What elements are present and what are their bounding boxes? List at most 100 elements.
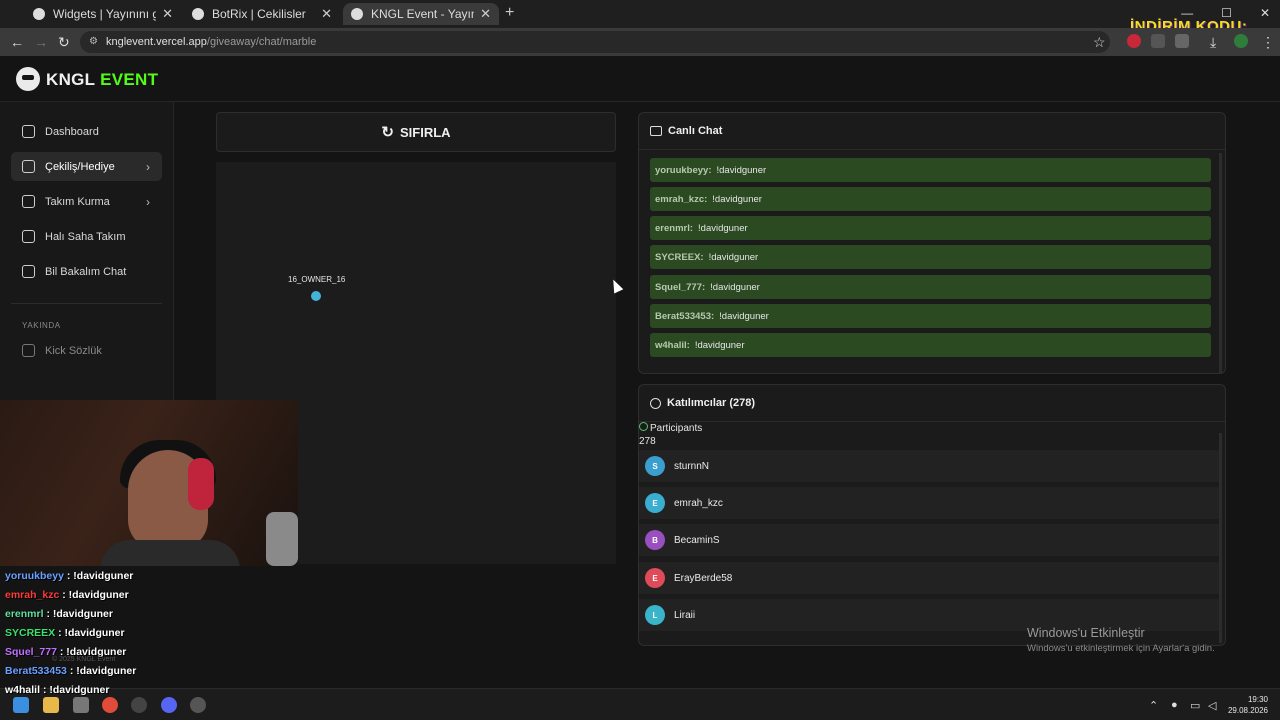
clock-time: 19:30 [1247,695,1268,704]
participant-name: sturnnN [674,460,710,472]
profile-icon[interactable] [1234,34,1248,48]
users-icon [650,397,661,409]
tab-title: KNGL Event - Yayıncılar İçin Etk [371,7,474,21]
stream-chat-line: w4halil : !davidguner [5,684,109,696]
url-bar[interactable]: ⚙ knglevent.vercel.app/giveaway/chat/mar… [80,31,1110,53]
participant-row[interactable]: B BecaminS [639,524,1221,556]
stream-chat-line: erenmrl : !davidguner [5,608,113,620]
sidebar-item-kick-sozluk[interactable]: Kick Sözlük [11,336,162,365]
windows-start-icon[interactable] [13,697,29,713]
sidebar-item-giveaway[interactable]: Çekiliş/Hediye › [11,152,162,181]
file-explorer-icon[interactable] [43,697,59,713]
stream-chat-text: : !davidguner [69,665,137,677]
sidebar-item-label: Halı Saha Takım [45,230,126,243]
network-icon[interactable]: ▭ [1190,699,1200,712]
forward-icon[interactable]: → [34,34,48,50]
participant-name: BecaminS [674,534,720,546]
participants-scrollbar[interactable] [1219,433,1222,643]
sidebar-item-label: Bil Bakalım Chat [45,265,127,278]
maximize-icon[interactable]: ☐ [1221,6,1232,20]
chat-username: emrah_kzc: [655,193,708,205]
marble-player-name: 16_OWNER_16 [288,275,346,284]
participants-summary: Participants 278 [639,422,702,448]
sidebar-item-bil-bakalim[interactable]: Bil Bakalım Chat [11,257,162,286]
menu-dots-icon[interactable]: ⋮ [1261,34,1275,51]
tab-title: BotRix | Cekilisler [212,7,306,21]
close-tab-icon[interactable]: ✕ [162,6,173,22]
streamer-body [100,540,240,566]
extension-icon[interactable] [1151,34,1165,48]
obs-icon[interactable] [131,697,147,713]
sidebar-item-label: Kick Sözlük [45,344,102,357]
system-clock[interactable]: 19:30 29.08.2026 [1228,694,1268,716]
bookmark-star-icon[interactable]: ☆ [1093,34,1106,51]
stream-chat-text: : !davidguner [66,570,134,582]
back-icon[interactable]: ← [10,34,24,50]
chrome-icon[interactable] [102,697,118,713]
url-host: knglevent.vercel.app [106,36,207,48]
refresh-icon: ↻ [381,124,394,141]
book-icon [22,344,35,357]
avatar: E [645,568,665,588]
sidebar-section-title: YAKINDA [22,321,61,330]
stream-chat-user: Berat533453 [5,665,67,677]
stream-chat-user: yoruukbeyy [5,570,64,582]
participant-name: ErayBerde58 [674,572,733,584]
tab-favicon-icon [192,8,204,20]
close-tab-icon[interactable]: ✕ [321,6,332,22]
sidebar-item-team-builder[interactable]: Takım Kurma › [11,187,162,216]
app-logo[interactable]: KNGL EVENT [46,70,158,90]
close-tab-icon[interactable]: ✕ [480,6,491,22]
chat-username: erenmrl: [655,222,694,234]
avatar: L [645,605,665,625]
chat-text: !davidguner [694,339,745,351]
extension-icon[interactable] [1127,34,1141,48]
sidebar-item-hali-saha[interactable]: Halı Saha Takım [11,222,162,251]
reset-button[interactable]: ↻ SIFIRLA [216,112,616,152]
store-icon[interactable] [73,697,89,713]
tab-widgets[interactable]: Widgets | Yayınını güçlendirmek ✕ [25,3,181,25]
stream-chat-line: emrah_kzc : !davidguner [5,589,129,601]
logo-main: KNGL [46,70,96,89]
sidebar-item-label: Çekiliş/Hediye [45,160,115,173]
stream-chat-text: : !davidguner [58,627,125,639]
participant-row[interactable]: E ErayBerde58 [639,562,1221,594]
tab-kngl-event[interactable]: KNGL Event - Yayıncılar İçin Etk ✕ [343,3,499,25]
headphones [188,458,214,510]
volume-icon[interactable]: ◁ [1208,699,1216,712]
tab-botrix[interactable]: BotRix | Cekilisler ✕ [184,3,340,25]
avatar: E [645,493,665,513]
download-icon[interactable]: ⤓ [1210,34,1216,51]
chat-text: !davidguner [716,164,767,176]
participants-panel: Katılımcılar (278) Participants 278 S st… [638,384,1226,646]
microphone-icon[interactable]: ● [1171,699,1178,711]
new-tab-icon[interactable]: + [505,4,514,22]
close-window-icon[interactable]: ✕ [1260,6,1270,20]
chat-message: Squel_777: !davidguner [650,275,1211,299]
clock-date: 29.08.2026 [1227,706,1268,715]
sidebar-item-label: Takım Kurma [45,195,110,208]
live-chat-panel: Canlı Chat yoruukbeyy: !davidguner emrah… [638,112,1226,374]
app-icon[interactable] [190,697,206,713]
sidebar-item-dashboard[interactable]: Dashboard [11,117,162,146]
sidebar: Dashboard Çekiliş/Hediye › Takım Kurma ›… [0,102,174,402]
chat-message: SYCREEX: !davidguner [650,245,1211,269]
chat-scrollbar[interactable] [1219,153,1222,373]
participants-title: Katılımcılar (278) [667,397,756,409]
chevron-right-icon: › [146,159,150,174]
discord-icon[interactable] [161,697,177,713]
chat-message: Berat533453: !davidguner [650,304,1211,328]
minimize-icon[interactable]: — [1181,6,1193,20]
tray-chevron-icon[interactable]: ⌃ [1149,699,1158,712]
site-info-icon[interactable]: ⚙ [89,31,98,53]
participant-row[interactable]: S sturnnN [639,450,1221,482]
gift-icon [22,160,35,173]
extensions-puzzle-icon[interactable] [1175,34,1189,48]
chat-text: !davidguner [719,310,769,322]
logo-skull-icon [16,67,40,91]
reload-icon[interactable]: ↻ [58,34,70,51]
reset-label: SIFIRLA [400,124,451,140]
participant-row[interactable]: E emrah_kzc [639,487,1221,519]
home-icon [22,125,35,138]
stream-chat-text: : !davidguner [62,589,129,601]
